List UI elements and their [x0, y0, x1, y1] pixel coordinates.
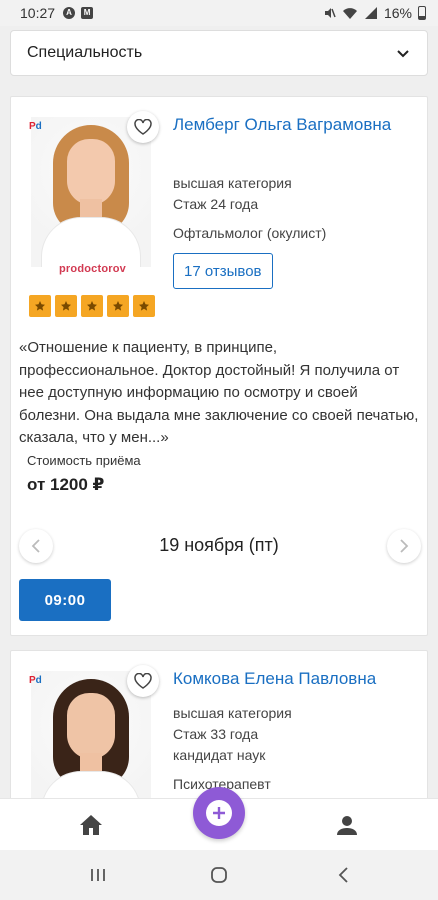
star-icon [29, 295, 51, 317]
heart-icon [134, 673, 152, 689]
doctor-experience: Стаж 33 года [173, 726, 259, 742]
doctor-category: высшая категория [173, 705, 292, 721]
doctor-degree: кандидат наук [173, 747, 266, 763]
signal-icon [364, 7, 377, 19]
add-icon [213, 807, 225, 819]
system-home-button[interactable] [208, 864, 230, 886]
mute-icon [324, 8, 336, 18]
favorite-button[interactable] [127, 111, 159, 143]
selected-date: 19 ноября (пт) [159, 535, 279, 555]
status-right: 16% [322, 5, 426, 21]
doctor-name[interactable]: Комкова Елена Павловна [173, 667, 413, 691]
home-icon [80, 815, 102, 835]
prodoctorov-logo-icon: Pd [29, 121, 42, 132]
doctor-specialty: Офтальмолог (окулист) [173, 225, 327, 241]
chevron-right-icon [400, 539, 409, 553]
specialty-select[interactable]: Специальность [10, 30, 428, 76]
price-label: Стоимость приёма [27, 453, 141, 468]
reviews-button[interactable]: 17 отзывов [173, 253, 273, 289]
specialty-select-label: Специальность [27, 44, 143, 61]
doctor-category: высшая категория [173, 175, 292, 191]
doctor-name[interactable]: Лемберг Ольга Ваграмовна [173, 113, 413, 137]
star-icon [81, 295, 103, 317]
doctor-photo[interactable]: Pd prodoctorov [29, 117, 151, 287]
doctor-experience: Стаж 24 года [173, 196, 259, 212]
time-slot-button[interactable]: 09:00 [19, 579, 111, 621]
system-back-button[interactable] [332, 864, 354, 886]
star-icon [107, 295, 129, 317]
profile-icon [337, 816, 357, 835]
battery-percent: 16% [383, 5, 412, 21]
system-home-icon [211, 867, 227, 883]
review-quote: «Отношение к пациенту, в принципе, профе… [19, 339, 419, 446]
nav-home-button[interactable] [77, 811, 105, 839]
chevron-down-icon [397, 50, 409, 58]
date-selector: 19 ноября (пт) [19, 525, 421, 565]
brand-watermark: prodoctorov [59, 263, 126, 275]
notification-a-icon: A [63, 7, 76, 19]
star-icon [133, 295, 155, 317]
add-appointment-button[interactable] [193, 787, 245, 839]
battery-icon [418, 6, 426, 20]
star-icon [55, 295, 77, 317]
favorite-button[interactable] [127, 665, 159, 697]
recent-apps-button[interactable] [87, 864, 109, 886]
heart-icon [134, 119, 152, 135]
status-bar: 10:27 A M 16% [0, 0, 438, 26]
prodoctorov-logo-icon: Pd [29, 675, 42, 686]
nav-profile-button[interactable] [333, 811, 361, 839]
recent-apps-icon [91, 869, 105, 881]
price-value: от 1200 ₽ [27, 475, 105, 494]
back-icon [338, 867, 348, 883]
status-time: 10:27 [20, 5, 56, 21]
next-date-button[interactable] [387, 529, 421, 563]
doctor-card[interactable]: Pd prodoctorov Лемберг Ольга Ваграмовна … [10, 96, 428, 636]
rating-stars [29, 295, 155, 317]
wifi-icon [342, 8, 357, 19]
notification-mail-icon: M [81, 7, 94, 19]
system-nav-bar [0, 850, 438, 900]
